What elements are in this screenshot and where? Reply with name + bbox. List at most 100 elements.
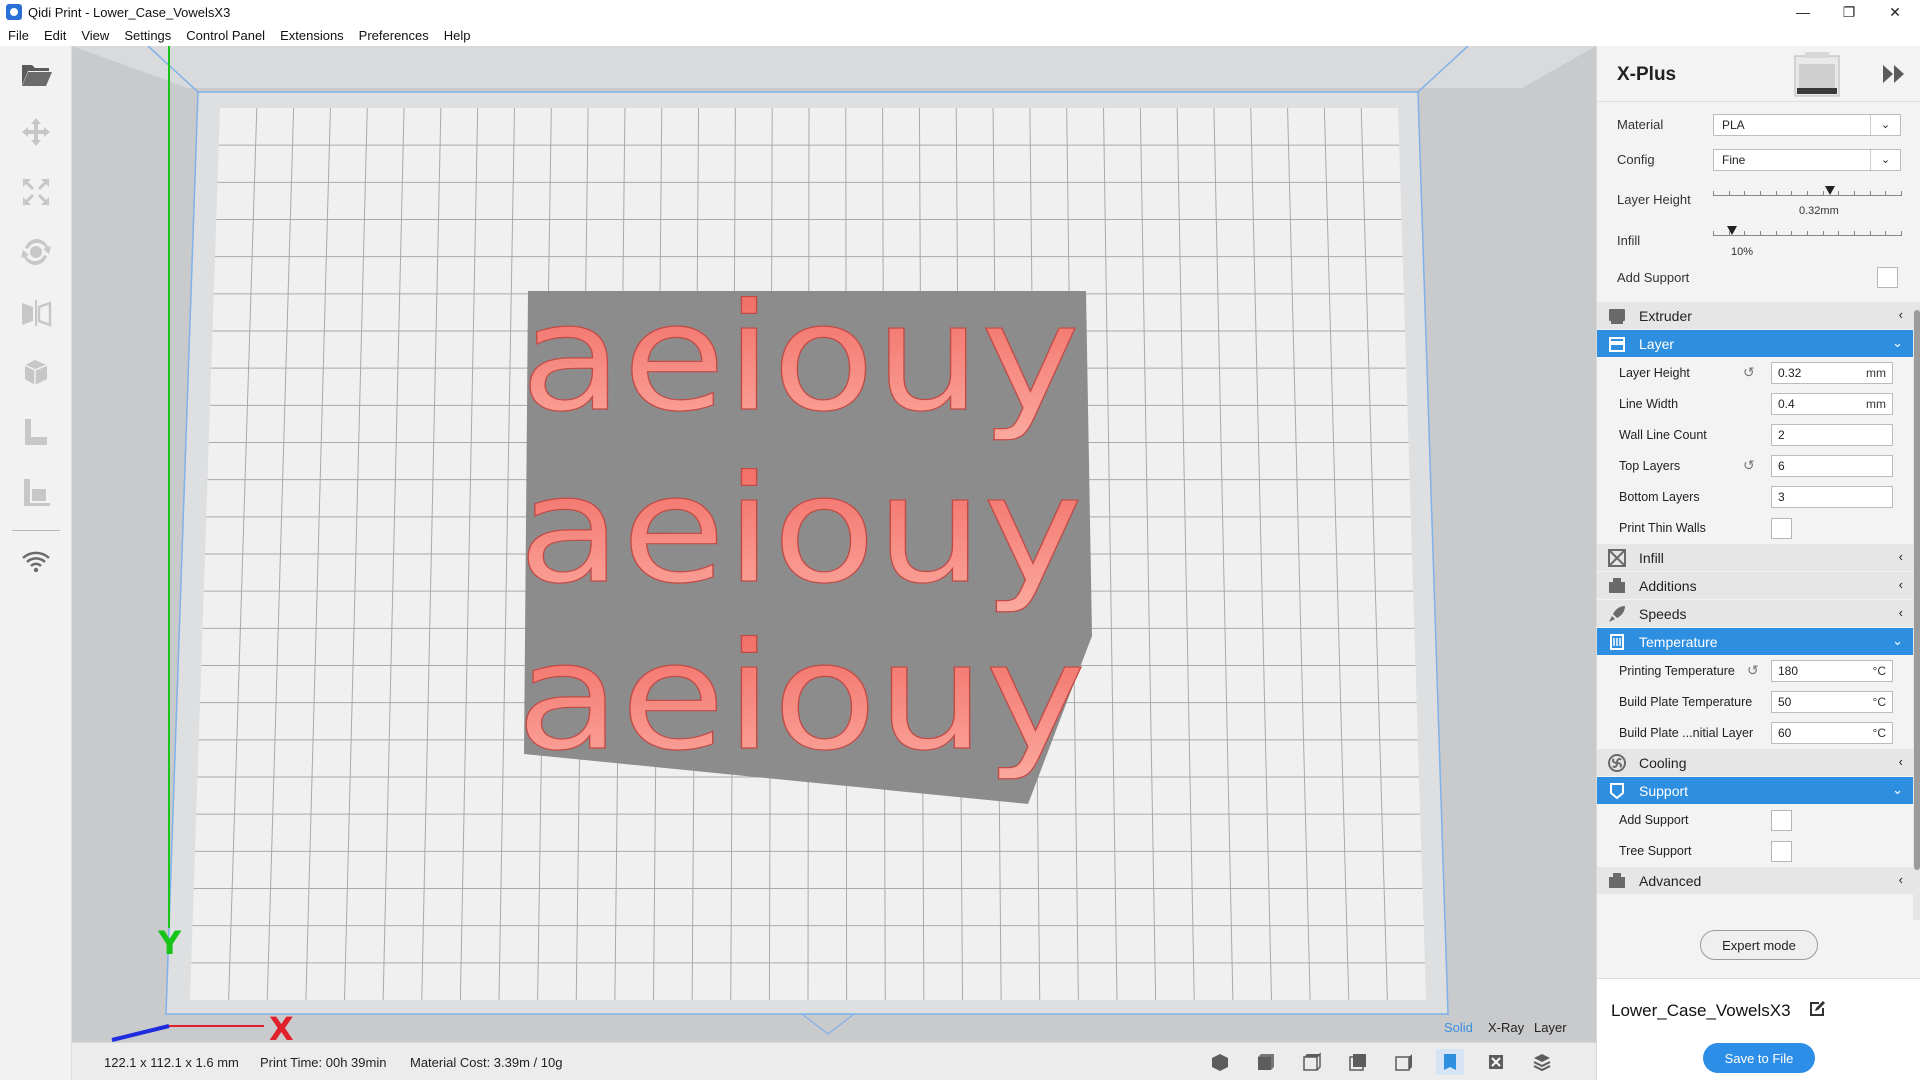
- category-layer[interactable]: Layer ⌄: [1597, 330, 1913, 358]
- layer-height-input[interactable]: 0.32 mm: [1771, 362, 1893, 384]
- scale-icon[interactable]: [16, 172, 56, 212]
- layer-height-slider[interactable]: [1713, 186, 1902, 198]
- tree-support-checkbox[interactable]: [1771, 841, 1792, 862]
- 3d-view-icon[interactable]: [1206, 1049, 1234, 1075]
- left-view-icon[interactable]: [1344, 1049, 1372, 1075]
- reset-icon[interactable]: ↺: [1747, 662, 1759, 679]
- config-dropdown[interactable]: Fine ⌄: [1713, 149, 1901, 171]
- config-value: Fine: [1722, 153, 1746, 167]
- menu-view[interactable]: View: [81, 28, 109, 43]
- category-additions[interactable]: Additions ‹: [1597, 572, 1913, 600]
- settings-list: Extruder ‹ Layer ⌄ Layer Height ↺ 0.32 mm…: [1597, 302, 1913, 920]
- view-mode-layer[interactable]: Layer: [1534, 1020, 1567, 1035]
- material-dropdown[interactable]: PLA ⌄: [1713, 114, 1901, 136]
- slider-tick: [1791, 231, 1793, 236]
- bottom-layers-input[interactable]: 3: [1771, 486, 1893, 508]
- close-button[interactable]: ✕: [1872, 0, 1918, 24]
- menu-control-panel[interactable]: Control Panel: [186, 28, 265, 43]
- reset-icon[interactable]: ↺: [1743, 364, 1755, 381]
- menu-file[interactable]: File: [8, 28, 29, 43]
- model-dimensions: 122.1 x 112.1 x 1.6 mm: [104, 1055, 239, 1070]
- maximize-button[interactable]: ❐: [1826, 0, 1872, 24]
- category-infill[interactable]: Infill ‹: [1597, 544, 1913, 572]
- category-temperature[interactable]: Temperature ⌄: [1597, 628, 1913, 656]
- xray-view-icon[interactable]: [1482, 1049, 1510, 1075]
- mirror-icon[interactable]: [16, 292, 56, 332]
- slider-tick: [1885, 231, 1887, 236]
- material-value: PLA: [1722, 118, 1745, 132]
- minimize-button[interactable]: —: [1780, 0, 1826, 24]
- app-logo-icon: [6, 4, 22, 20]
- printer-name[interactable]: X-Plus: [1617, 64, 1676, 86]
- front-view-icon[interactable]: [1252, 1049, 1280, 1075]
- open-folder-icon[interactable]: [16, 54, 56, 94]
- edit-icon[interactable]: [1807, 999, 1827, 1019]
- category-cooling[interactable]: Cooling ‹: [1597, 749, 1913, 777]
- layer-view-icon[interactable]: [1528, 1049, 1556, 1075]
- solid-view-icon[interactable]: [1436, 1049, 1464, 1075]
- add-support-checkbox[interactable]: [1877, 267, 1898, 288]
- slider-tick: [1744, 231, 1746, 236]
- category-extruder[interactable]: Extruder ‹: [1597, 302, 1913, 330]
- rotate-icon[interactable]: [16, 232, 56, 272]
- slider-tick: [1807, 191, 1808, 196]
- support-add-checkbox[interactable]: [1771, 810, 1792, 831]
- title-bar: Qidi Print - Lower_Case_VowelsX3 — ❐ ✕: [0, 0, 1920, 24]
- top-layers-input[interactable]: 6: [1771, 455, 1893, 477]
- menu-bar: File Edit View Settings Control Panel Ex…: [0, 24, 1920, 46]
- menu-help[interactable]: Help: [444, 28, 471, 43]
- build-plate-temperature-input[interactable]: 50 °C: [1771, 691, 1893, 713]
- chevron-left-icon: ‹: [1898, 872, 1903, 887]
- chevron-left-icon: ‹: [1898, 307, 1903, 322]
- slider-tick: [1838, 231, 1840, 236]
- per-model-settings-icon[interactable]: [16, 352, 56, 392]
- save-to-file-button[interactable]: Save to File: [1703, 1043, 1815, 1073]
- menu-preferences[interactable]: Preferences: [359, 28, 429, 43]
- line-width-input[interactable]: 0.4 mm: [1771, 393, 1893, 415]
- view-mode-solid[interactable]: Solid: [1444, 1020, 1473, 1035]
- support-blocker-icon[interactable]: [16, 412, 56, 452]
- setting-row-layer-height: Layer Height ↺ 0.32 mm: [1597, 358, 1913, 389]
- layer-height-label: Layer Height: [1617, 192, 1691, 207]
- chevron-down-icon: ⌄: [1892, 782, 1903, 797]
- right-view-icon[interactable]: [1390, 1049, 1418, 1075]
- slider-tick: [1713, 191, 1714, 196]
- settings-scrollbar[interactable]: [1913, 302, 1920, 920]
- scrollbar-thumb[interactable]: [1914, 310, 1920, 870]
- layer-icon: [1609, 336, 1625, 352]
- menu-settings[interactable]: Settings: [124, 28, 171, 43]
- category-advanced[interactable]: Advanced ‹: [1597, 867, 1913, 895]
- 3d-viewport[interactable]: aeiouy aeiouy aeiouy Y X: [72, 46, 1596, 1042]
- reset-icon[interactable]: ↺: [1743, 457, 1755, 474]
- chevron-down-icon: ⌄: [1892, 633, 1903, 648]
- chevron-left-icon: ‹: [1898, 577, 1903, 592]
- move-icon[interactable]: [16, 112, 56, 152]
- wall-line-count-input[interactable]: 2: [1771, 424, 1893, 446]
- wifi-icon[interactable]: [16, 542, 56, 582]
- build-plate-scene[interactable]: aeiouy aeiouy aeiouy Y X: [72, 46, 1596, 1042]
- printer-header: X-Plus: [1597, 46, 1920, 102]
- settings-panel: X-Plus Material PLA ⌄ Config Fine ⌄ Laye…: [1596, 46, 1920, 1080]
- collapse-panel-icon[interactable]: [1881, 62, 1907, 86]
- menu-edit[interactable]: Edit: [44, 28, 66, 43]
- chevron-down-icon: ⌄: [1892, 335, 1903, 350]
- lay-flat-icon[interactable]: [16, 472, 56, 512]
- view-mode-xray[interactable]: X-Ray: [1488, 1020, 1524, 1035]
- slider-tick: [1822, 231, 1824, 236]
- menu-extensions[interactable]: Extensions: [280, 28, 344, 43]
- expert-mode-button[interactable]: Expert mode: [1700, 930, 1818, 960]
- setting-row-bottom-layers: Bottom Layers 3: [1597, 482, 1913, 513]
- category-support[interactable]: Support ⌄: [1597, 777, 1913, 805]
- build-plate-initial-layer-input[interactable]: 60 °C: [1771, 722, 1893, 744]
- printer-image: [1794, 52, 1840, 97]
- slider-thumb[interactable]: [1824, 186, 1835, 195]
- print-thin-walls-checkbox[interactable]: [1771, 518, 1792, 539]
- category-speeds[interactable]: Speeds ‹: [1597, 600, 1913, 628]
- top-view-icon[interactable]: [1298, 1049, 1326, 1075]
- slider-tick: [1901, 191, 1902, 196]
- slider-tick: [1854, 231, 1855, 236]
- infill-slider[interactable]: [1713, 226, 1902, 238]
- slider-tick: [1760, 231, 1761, 236]
- printing-temperature-input[interactable]: 180 °C: [1771, 660, 1893, 682]
- speeds-icon: [1609, 605, 1625, 622]
